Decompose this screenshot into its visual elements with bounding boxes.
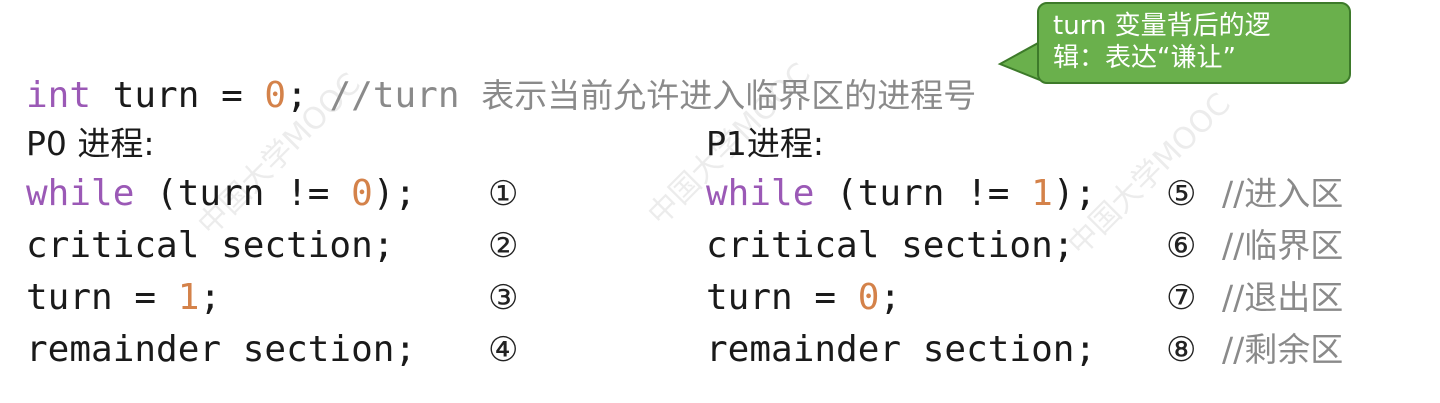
- p0-line-1-b: );: [372, 173, 417, 214]
- keyword-while: while: [706, 173, 815, 214]
- p1-line-1-a: (turn !=: [814, 173, 1032, 214]
- p1-line-1-value: 1: [1031, 173, 1053, 214]
- p0-line-3-value: 1: [177, 277, 200, 318]
- p0-line-3-a: turn =: [26, 277, 178, 318]
- step-marker-3: ③: [488, 278, 519, 318]
- step-marker-5: ⑤: [1166, 174, 1197, 214]
- step-marker-7: ⑦: [1166, 278, 1197, 318]
- p0-line-1-a: (turn !=: [134, 173, 352, 214]
- p0-line-2: critical section;: [26, 225, 395, 266]
- p1-line-3-value: 0: [857, 277, 880, 318]
- p1-line-3-a: turn =: [706, 277, 858, 318]
- callout-note: turn 变量背后的逻 辑：表达“谦让”: [1037, 2, 1351, 84]
- p1-line-3-b: ;: [879, 277, 902, 318]
- p1-title: P1进程:: [706, 124, 825, 163]
- step-marker-6: ⑥: [1166, 226, 1197, 266]
- p0-line-1: while (turn != 0);: [26, 172, 416, 216]
- p1-line-1: while (turn != 1);: [706, 172, 1096, 216]
- callout-line-1: turn 变量背后的逻: [1053, 11, 1271, 41]
- p0-line-1-value: 0: [351, 173, 373, 214]
- p0-title: P0 进程:: [26, 124, 155, 163]
- section-note-exit: //退出区: [1222, 278, 1344, 317]
- step-marker-8: ⑧: [1166, 330, 1197, 370]
- p1-line-1-b: );: [1052, 173, 1097, 214]
- p1-line-2: critical section;: [706, 225, 1075, 266]
- keyword-while: while: [26, 173, 135, 214]
- section-note-critical: //临界区: [1222, 226, 1344, 265]
- step-marker-2: ②: [488, 226, 519, 266]
- p1-line-4: remainder section;: [706, 329, 1097, 370]
- p0-line-3-b: ;: [199, 277, 222, 318]
- p1-line-3: turn = 0;: [706, 276, 901, 320]
- p0-line-4: remainder section;: [26, 329, 417, 370]
- section-note-entry: //进入区: [1222, 174, 1344, 213]
- p0-line-3: turn = 1;: [26, 276, 221, 320]
- callout-line-2: 辑：表达“谦让”: [1053, 43, 1236, 73]
- step-marker-1: ①: [488, 174, 519, 214]
- step-marker-4: ④: [488, 330, 519, 370]
- section-note-remainder: //剩余区: [1222, 330, 1344, 369]
